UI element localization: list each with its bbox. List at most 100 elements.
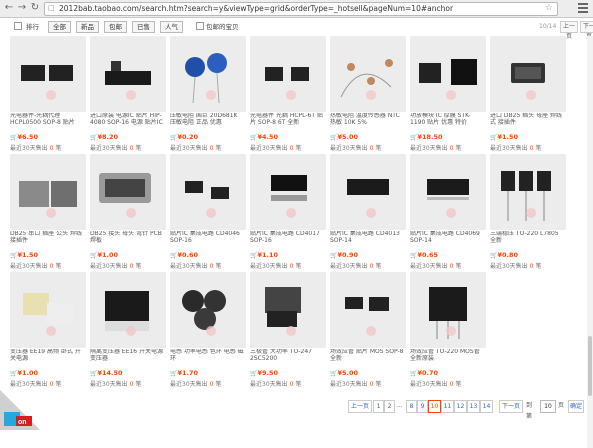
pager-page-11[interactable]: 11 [441, 400, 454, 413]
product-card[interactable]: 热敏电阻 温度传感器 NTC 热敏 10K 5% 🛒¥5.00 最近30天售出 0 笔 [330, 36, 406, 154]
price-value: 18.50 [422, 133, 443, 141]
product-title[interactable]: 电感 功率电感 色环 电感 磁环 [170, 349, 244, 368]
pager-page-10[interactable]: 10 [428, 400, 441, 413]
product-image[interactable] [90, 272, 166, 348]
product-title[interactable]: 变压器 EE19 高频 卧式 开关电源 [10, 349, 84, 368]
product-image[interactable] [410, 36, 486, 112]
product-image[interactable] [250, 36, 326, 112]
page-indicator: 10/14 [539, 23, 557, 30]
product-card[interactable]: 场效应管 贴片 MOS SOP-8 全新 🛒¥5.00 最近30天售出 0 笔 [330, 272, 406, 390]
pager-page-13[interactable]: 13 [467, 400, 480, 413]
product-image[interactable] [10, 272, 86, 348]
product-card[interactable]: 光电器件-光耦代理 HCPL0500 SOP-8 贴片 🛒¥6.50 最近30天售出… [10, 36, 86, 154]
pager-page-8[interactable]: 8 [406, 400, 417, 413]
product-card[interactable]: 压敏电阻 国巨 20D681K 压敏电阻 正品 优惠 🛒¥0.20 最近30天售出 0… [170, 36, 246, 154]
menu-icon[interactable] [578, 3, 588, 13]
product-price: 🛒¥0.60 [170, 251, 244, 260]
product-title[interactable]: 三极管 大功率 TO-247 2SC5200 [250, 349, 324, 368]
product-image[interactable] [250, 272, 326, 348]
sold-number: 0 [49, 145, 54, 152]
product-title[interactable]: 贴片IC 集成电路 CD4013 SOP-14 [330, 231, 404, 250]
product-title[interactable]: DB25 串口 插座 公头 焊线 接插件 [10, 231, 84, 250]
product-image[interactable] [250, 154, 326, 230]
product-image[interactable] [90, 36, 166, 112]
product-title[interactable]: 三端稳压 TO-220 L7805 全新 [490, 231, 564, 250]
product-title[interactable]: 压敏电阻 国巨 20D681K 压敏电阻 正品 优惠 [170, 113, 244, 132]
address-bar[interactable]: □ 2012bab.taobao.com/search.htm?search=y… [44, 2, 558, 16]
product-title[interactable]: 功放模块 IC 厚膜 STK-1190 贴片 优惠 特价 [410, 113, 484, 132]
top-next-button[interactable]: 下一页 [580, 21, 593, 40]
product-card[interactable]: 贴片IC 集成电路 CD4017 SOP-16 🛒¥1.10 最近30天售出 0 笔 [250, 154, 326, 272]
product-card[interactable]: DB25 串口 插座 公头 焊线 接插件 🛒¥1.50 最近30天售出 0 笔 [10, 154, 86, 272]
product-title[interactable]: 隔离变压器 EE16 开关电源 变压器 [90, 349, 164, 368]
pager-page-1[interactable]: 1 [373, 400, 384, 413]
product-title[interactable]: 贴片IC 集成电路 CD4046 SOP-16 [170, 231, 244, 250]
forward-arrow-icon[interactable]: → [16, 2, 28, 14]
product-card[interactable]: 贴片IC 集成电路 CD4069 SOP-14 🛒¥0.65 最近30天售出 0 笔 [410, 154, 486, 272]
price-value: 0.65 [422, 251, 439, 259]
reload-icon[interactable]: ↻ [29, 2, 41, 14]
product-image[interactable] [490, 154, 566, 230]
product-card[interactable]: DB25 接头 母头 弯针 PCB 焊板 🛒¥1.00 最近30天售出 0 笔 [90, 154, 166, 272]
product-title[interactable]: 热敏电阻 温度传感器 NTC 热敏 10K 5% [330, 113, 404, 132]
product-card[interactable]: 电感 功率电感 色环 电感 磁环 🛒¥1.70 最近30天售出 0 笔 [170, 272, 246, 390]
goto-suffix: 页 [558, 402, 565, 409]
product-title[interactable]: 贴片IC 集成电路 CD4017 SOP-16 [250, 231, 324, 250]
bookmark-star-icon[interactable]: ☆ [545, 3, 553, 14]
product-card[interactable]: 三极管 大功率 TO-247 2SC5200 🛒¥9.50 最近30天售出 0 笔 [250, 272, 326, 390]
product-image[interactable] [490, 36, 566, 112]
goto-confirm-button[interactable]: 确定 [568, 400, 584, 413]
product-image[interactable] [410, 272, 486, 348]
product-card[interactable]: 场效应管 TO-220 MOS管 全新原装 🛒¥0.70 最近30天售出 0 笔 [410, 272, 486, 390]
goto-page-input[interactable]: 10 [540, 400, 556, 413]
product-image[interactable] [10, 36, 86, 112]
product-image[interactable] [170, 36, 246, 112]
pager-page-14[interactable]: 14 [480, 400, 493, 413]
scrollbar-thumb[interactable] [588, 336, 592, 396]
product-card[interactable]: 光电器件 光耦 HCPL-6T 贴片 SOP-8 6T 全新 🛒¥4.50 最近30… [250, 36, 326, 154]
back-arrow-icon[interactable]: ← [3, 2, 15, 14]
pager-page-12[interactable]: 12 [454, 400, 467, 413]
corner-widget[interactable]: on [0, 390, 40, 430]
top-prev-button[interactable]: 上一页 [560, 21, 578, 40]
product-title[interactable]: 光电器件-光耦代理 HCPL0500 SOP-8 贴片 [10, 113, 84, 132]
product-card[interactable]: 进口 DB25 插头 母座 焊线式 接插件 🛒¥1.50 最近30天售出 0 笔 [490, 36, 566, 154]
product-image[interactable] [330, 272, 406, 348]
product-card[interactable]: 变压器 EE19 高频 卧式 开关电源 🛒¥1.00 最近30天售出 0 笔 [10, 272, 86, 390]
product-title[interactable]: 场效应管 贴片 MOS SOP-8 全新 [330, 349, 404, 368]
product-image[interactable] [10, 154, 86, 230]
pager-prev-button[interactable]: 上一页 [348, 400, 372, 413]
product-title[interactable]: 进口 DB25 插头 母座 焊线式 接插件 [490, 113, 564, 132]
filter-freeship-button[interactable]: 包邮 [104, 21, 127, 33]
filter-popular-button[interactable]: 人气 [160, 21, 183, 33]
product-title[interactable]: 场效应管 TO-220 MOS管 全新原装 [410, 349, 484, 368]
product-title[interactable]: 贴片IC 集成电路 CD4069 SOP-14 [410, 231, 484, 250]
sold-prefix: 最近30天售出 [170, 381, 208, 388]
scrollbar[interactable] [587, 36, 593, 448]
product-image[interactable] [410, 154, 486, 230]
product-card[interactable]: 隔离变压器 EE16 开关电源 变压器 🛒¥14.50 最近30天售出 0 笔 [90, 272, 166, 390]
pager-next-button[interactable]: 下一页 [499, 400, 523, 413]
product-image[interactable] [330, 36, 406, 112]
product-card[interactable]: 贴片IC 集成电路 CD4046 SOP-16 🛒¥0.60 最近30天售出 0 笔 [170, 154, 246, 272]
pager-page-2[interactable]: 2 [384, 400, 395, 413]
product-title[interactable]: 进口原装 电源IC 贴片 HIP-4080 SOP-16 电源 贴片IC [90, 113, 164, 132]
product-title[interactable]: DB25 接头 母头 弯针 PCB 焊板 [90, 231, 164, 250]
filter-new-button[interactable]: 新品 [76, 21, 99, 33]
product-image[interactable] [170, 272, 246, 348]
free-ship-checkbox[interactable] [196, 22, 204, 30]
corner-badge-icon: on [0, 390, 40, 430]
product-image[interactable] [90, 154, 166, 230]
select-all-checkbox[interactable] [14, 22, 22, 30]
filter-sold-button[interactable]: 已售 [132, 21, 155, 33]
sold-prefix: 最近30天售出 [90, 145, 128, 152]
pager-page-9[interactable]: 9 [417, 400, 428, 413]
product-card[interactable]: 贴片IC 集成电路 CD4013 SOP-14 🛒¥0.90 最近30天售出 0 笔 [330, 154, 406, 272]
product-card[interactable]: 功放模块 IC 厚膜 STK-1190 贴片 优惠 特价 🛒¥18.50 最近30天… [410, 36, 486, 154]
product-image[interactable] [330, 154, 406, 230]
product-image[interactable] [170, 154, 246, 230]
filter-all-button[interactable]: 全部 [48, 21, 71, 33]
product-card[interactable]: 进口原装 电源IC 贴片 HIP-4080 SOP-16 电源 贴片IC 🛒¥8.… [90, 36, 166, 154]
product-card[interactable]: 三端稳压 TO-220 L7805 全新 🛒¥0.80 最近30天售出 0 笔 [490, 154, 566, 272]
product-title[interactable]: 光电器件 光耦 HCPL-6T 贴片 SOP-8 6T 全新 [250, 113, 324, 132]
